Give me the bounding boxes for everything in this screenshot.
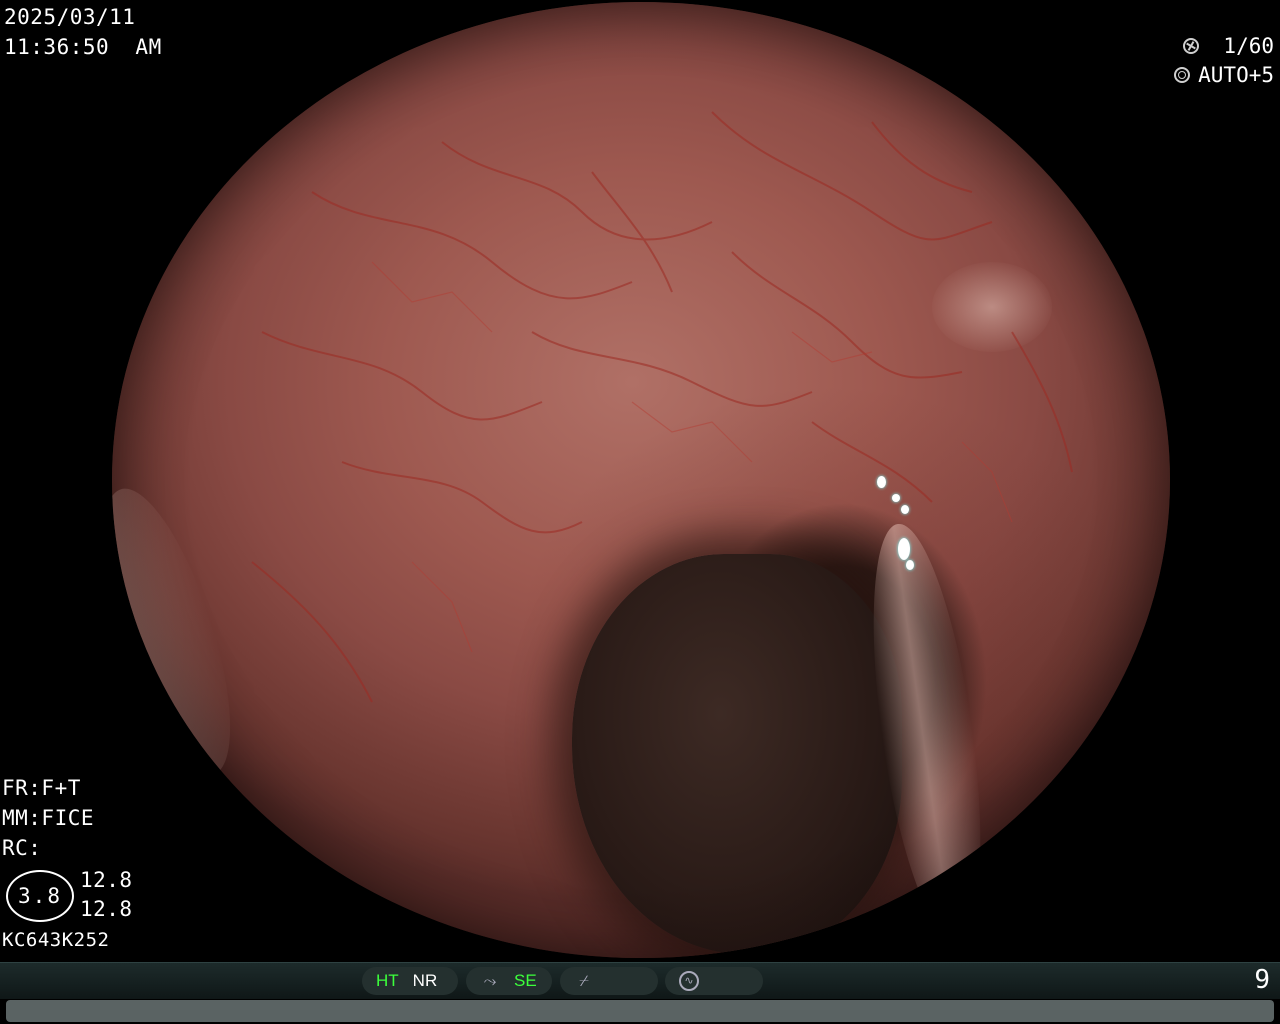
fr-setting: FR:F+T (2, 776, 81, 800)
shutter-value: 1/60 (1223, 34, 1274, 58)
iris-icon (1174, 67, 1191, 83)
status-bar: HT NR ⤳ SE ⌿ ∿ 9 (0, 962, 1280, 999)
capture-date: 2025/03/11 (4, 5, 136, 29)
value-2: 12.8 (80, 897, 133, 921)
capture-time: 11:36:50 AM (4, 35, 162, 59)
page-number: 9 (1254, 965, 1270, 995)
light-reflection (906, 560, 914, 570)
bottom-strip (6, 1000, 1274, 1022)
scope-id: KC643K252 (2, 929, 110, 951)
endoscope-screen: 2025/03/11 11:36:50 AM 1/60 AUTO+5 FR:F+… (0, 0, 1280, 1024)
se-indicator[interactable]: SE (514, 971, 537, 991)
nr-indicator[interactable]: NR (413, 971, 438, 991)
mm-setting: MM:FICE (2, 806, 95, 830)
view-vignette (112, 2, 1170, 958)
structure-enhance-icon: ⤳ (483, 971, 497, 990)
auto-gain-group: ∿ (665, 967, 763, 995)
ht-indicator[interactable]: HT (376, 971, 399, 991)
contrast-icon[interactable]: ⌿ (574, 971, 594, 991)
ht-nr-group: HT NR (362, 967, 458, 995)
light-reflection (901, 505, 909, 514)
light-reflection (892, 494, 900, 502)
endoscopic-view (112, 2, 1170, 958)
iris-readout: AUTO+5 (1174, 63, 1274, 87)
light-reflection (877, 476, 886, 488)
se-group: ⤳ SE (466, 967, 552, 995)
auto-gain-icon[interactable]: ∿ (679, 971, 699, 991)
light-reflection (898, 538, 910, 560)
shutter-readout: 1/60 (1183, 34, 1274, 58)
iris-value: AUTO+5 (1198, 63, 1274, 87)
rc-setting: RC: (2, 836, 42, 860)
shutter-icon (1183, 38, 1200, 54)
value-1: 12.8 (80, 868, 133, 892)
contrast-group: ⌿ (560, 967, 658, 995)
octagon-value-badge: 3.8 (6, 870, 74, 922)
